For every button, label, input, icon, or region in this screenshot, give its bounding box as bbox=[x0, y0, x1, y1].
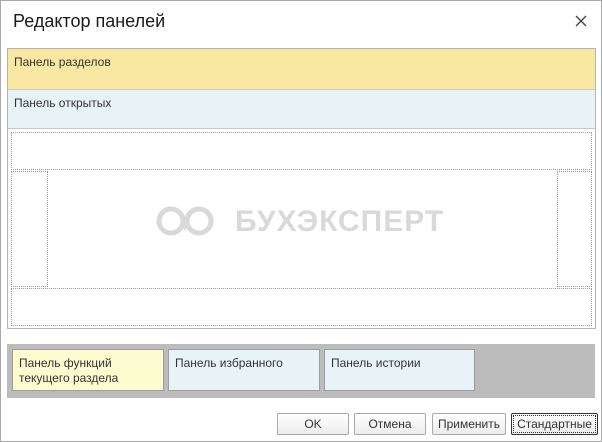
panel-sections[interactable]: Панель разделов bbox=[8, 49, 595, 90]
panel-open-label: Панель открытых bbox=[14, 96, 112, 110]
default-button[interactable]: Стандартные bbox=[511, 413, 598, 435]
panel-favorites-label: Панель избранного bbox=[175, 356, 283, 370]
drop-slot-bottom[interactable] bbox=[11, 288, 592, 326]
drop-slot-right[interactable] bbox=[557, 171, 592, 287]
window-title: Редактор панелей bbox=[13, 11, 166, 31]
panel-sections-label: Панель разделов bbox=[14, 55, 111, 69]
drop-slot-top[interactable] bbox=[11, 132, 592, 170]
panel-current-section-functions-label: Панель функций текущего раздела bbox=[19, 356, 119, 385]
available-panels-tray: Панель функций текущего раздела Панель и… bbox=[7, 344, 595, 398]
drop-slot-left[interactable] bbox=[11, 171, 48, 287]
panel-history[interactable]: Панель истории bbox=[324, 349, 475, 391]
watermark-text: БУХЭКСПЕРТ bbox=[235, 205, 445, 238]
panel-editor-window: Редактор панелей Панель разделов Панель … bbox=[0, 0, 602, 442]
panel-history-label: Панель истории bbox=[331, 356, 421, 370]
panel-layout-editor: Панель разделов Панель открытых БУХЭКСПЕ… bbox=[7, 48, 596, 329]
panel-favorites[interactable]: Панель избранного bbox=[168, 349, 320, 391]
panel-open[interactable]: Панель открытых bbox=[8, 90, 595, 129]
watermark: БУХЭКСПЕРТ bbox=[153, 201, 463, 241]
ok-button[interactable]: OK bbox=[277, 413, 349, 435]
apply-button[interactable]: Применить bbox=[432, 413, 506, 435]
close-icon[interactable] bbox=[569, 9, 593, 33]
cancel-button[interactable]: Отмена bbox=[354, 413, 426, 435]
owl-logo bbox=[156, 206, 214, 236]
panel-current-section-functions[interactable]: Панель функций текущего раздела bbox=[12, 349, 164, 391]
